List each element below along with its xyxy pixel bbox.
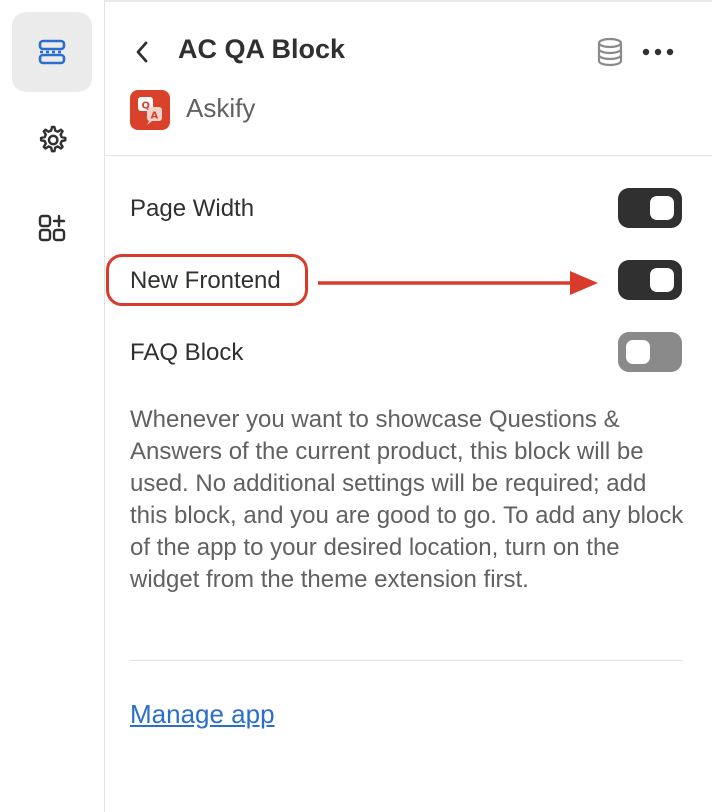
sidebar	[0, 0, 105, 812]
page-title: AC QA Block	[178, 34, 346, 64]
database-icon	[597, 37, 623, 67]
setting-label-new-frontend: New Frontend	[130, 267, 281, 294]
toggle-knob	[650, 268, 674, 292]
sidebar-item-sections[interactable]	[12, 12, 92, 92]
more-actions-button[interactable]	[640, 36, 676, 68]
toggle-knob	[650, 196, 674, 220]
gear-icon	[39, 125, 67, 153]
svg-text:A: A	[151, 111, 159, 122]
toggle-knob	[626, 340, 650, 364]
toggle-faq-block[interactable]	[618, 332, 682, 372]
block-description: Whenever you want to showcase Questions …	[130, 406, 684, 593]
database-button[interactable]	[594, 36, 626, 68]
setting-label-page-width: Page Width	[130, 195, 255, 222]
apps-add-icon	[38, 214, 66, 242]
sections-icon	[38, 39, 66, 65]
svg-text:Q: Q	[142, 101, 151, 112]
top-border	[105, 0, 712, 2]
toggle-new-frontend[interactable]	[618, 260, 682, 300]
qa-bubble-icon: Q A	[138, 97, 162, 125]
back-button[interactable]	[128, 37, 156, 67]
manage-app-link[interactable]: Manage app	[130, 699, 275, 730]
chevron-left-icon	[136, 41, 148, 63]
header-divider	[105, 155, 712, 156]
sidebar-item-settings[interactable]	[12, 100, 92, 180]
annotation-arrow-icon	[318, 271, 598, 295]
more-horizontal-icon	[642, 48, 674, 56]
sidebar-item-apps[interactable]	[12, 188, 92, 268]
toggle-page-width[interactable]	[618, 188, 682, 228]
app-name: Askify	[186, 93, 256, 123]
setting-label-faq-block: FAQ Block	[130, 339, 244, 366]
content-divider	[130, 660, 682, 661]
app-logo: Q A	[130, 90, 170, 130]
